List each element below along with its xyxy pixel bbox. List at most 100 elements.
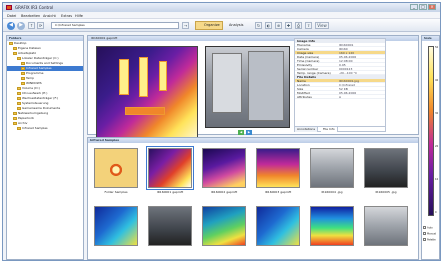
menu-tools[interactable]: Extras	[61, 14, 72, 18]
folder-icon	[17, 106, 21, 110]
checkbox-icon[interactable]	[423, 232, 426, 235]
menu-help[interactable]: Hilfe	[75, 14, 83, 18]
scale-tick: 20	[435, 145, 439, 148]
thumbnail-tile[interactable]	[364, 148, 408, 188]
menu-bar: Datei Bearbeiten Ansicht Extras Hilfe	[3, 12, 440, 19]
folder-label: Volume (D:)	[22, 86, 40, 90]
info-tabs: Annotations File Info	[295, 126, 385, 132]
up-folder-icon[interactable]: ↑	[28, 22, 35, 29]
folder-label: Eigene Dateien	[18, 46, 41, 50]
folder-label: Temp	[26, 76, 34, 80]
scale-option[interactable]: Manual	[423, 232, 436, 236]
folder-icon	[13, 111, 17, 115]
folder-label: CD-Laufwerk (E:)	[22, 91, 48, 95]
zoom-icon[interactable]: ⊕	[275, 22, 282, 29]
image-info-rows: Filename IR160001 Camera IR160 Image size 160…	[295, 43, 385, 75]
folder-icon	[13, 46, 17, 50]
hotspot-3	[159, 61, 167, 91]
thumbnail-label: IR160005 .jpg	[375, 190, 397, 194]
thumbnail-tile[interactable]	[364, 206, 408, 246]
folder-icon	[17, 91, 21, 95]
folder-label: Infrared Samples	[26, 66, 52, 70]
palette-icon[interactable]: ◐	[265, 22, 272, 29]
rotate-icon[interactable]: ↻	[255, 22, 262, 29]
thumbnail-tile[interactable]	[94, 148, 138, 188]
thumbnail-label: IR160003 geprüft	[264, 190, 292, 194]
view-label: View	[317, 23, 327, 28]
minimize-button[interactable]: _	[410, 4, 418, 10]
folder-label: Documents and Settings	[26, 61, 63, 65]
checkbox-icon[interactable]	[423, 226, 426, 229]
tab-annotations[interactable]: Annotations	[295, 127, 319, 132]
organize-label: Organize	[204, 23, 220, 27]
folder-icon	[9, 41, 13, 45]
info-value[interactable]: -20...100 °C	[339, 71, 385, 75]
visual-photo-large[interactable]	[205, 46, 290, 128]
folder-icon	[17, 126, 21, 130]
refresh-icon[interactable]: ⟳	[37, 22, 44, 29]
tab-file-info[interactable]: File Info	[321, 127, 338, 132]
export-icon[interactable]: ⇪	[305, 22, 312, 29]
maximize-button[interactable]: □	[419, 4, 427, 10]
menu-edit[interactable]: Bearbeiten	[21, 14, 40, 18]
scale-option[interactable]: Palette	[423, 238, 436, 242]
analysis-button[interactable]: Analysis	[229, 23, 243, 27]
folder-label: Lokaler Datenträger (C:)	[22, 56, 59, 60]
next-image-button[interactable]: ▶	[246, 130, 252, 135]
thumbnail-tile[interactable]	[94, 206, 138, 246]
organize-button[interactable]: Organize	[195, 21, 223, 30]
folder-label: Netzwerkumgebung	[18, 111, 49, 115]
hotspot-1	[119, 59, 129, 95]
folder-icon	[13, 51, 17, 55]
close-button[interactable]: ×	[428, 4, 436, 10]
folder-tree-panel: Folders Desktop Eigene Dateien Arbeitsplat…	[6, 35, 84, 260]
scale-option[interactable]: Auto	[423, 226, 433, 230]
thumbnail-tile[interactable]	[256, 148, 300, 188]
thumbnail-tile[interactable]	[256, 206, 300, 246]
thumbnail-label: IR160002 geprüft	[210, 190, 238, 194]
folder-label: Infrared Samples	[22, 126, 48, 130]
print-icon[interactable]: ⎙	[295, 22, 302, 29]
scale-tick: 10	[435, 178, 439, 181]
info-row: Attributes A	[295, 95, 385, 99]
thumbnail-tile[interactable]	[310, 206, 354, 246]
scale-option-label: Palette	[427, 238, 436, 242]
view-button[interactable]: View	[315, 22, 329, 29]
forward-button[interactable]: ▶	[17, 22, 25, 30]
folder-tree-item[interactable]: Infrared Samples	[7, 126, 83, 131]
folder-icon	[13, 116, 17, 120]
info-row: Temp. range (Camera) -20...100 °C	[295, 71, 385, 75]
menu-view[interactable]: Ansicht	[43, 14, 56, 18]
measure-icon[interactable]: ✚	[285, 22, 292, 29]
thumbnail-label: IR160004 .jpg	[321, 190, 343, 194]
go-icon[interactable]: →	[182, 22, 189, 29]
folder-label: Wechseldatenträger (F:)	[22, 96, 59, 100]
menu-file[interactable]: Datei	[7, 14, 16, 18]
thumbnail-tile[interactable]	[148, 206, 192, 246]
color-scale-bar[interactable]	[428, 46, 434, 216]
thumbnail-tile[interactable]	[146, 146, 194, 190]
info-value[interactable]: A	[339, 95, 385, 99]
scale-tick: 30	[435, 112, 439, 115]
thumbnail-tile[interactable]	[310, 148, 354, 188]
checkbox-icon[interactable]	[423, 238, 426, 241]
temperature-scale-panel: Scale 50 40 30 20 10 0 Auto Manual Palette	[421, 35, 440, 260]
prev-image-button[interactable]: ◀	[238, 130, 244, 135]
folder-label: Archiv	[18, 121, 28, 125]
info-key: Attributes	[297, 95, 312, 99]
back-button[interactable]: ◀	[7, 22, 15, 30]
address-bar[interactable]: C:\Infrared Samples	[51, 22, 179, 29]
folder-icon	[17, 56, 21, 60]
window-title: GRAFIX IR3 Control	[15, 5, 54, 10]
thumbnail-tile[interactable]	[202, 206, 246, 246]
scale-tick: 50	[435, 46, 439, 49]
folder-icon	[17, 96, 21, 100]
toolbar: ◀ ▶ ↑ ⟳ C:\Infrared Samples → Organize A…	[3, 19, 440, 32]
thumbnail-tile[interactable]	[202, 148, 246, 188]
file-details-rows: Name IR160001.jpg Location C:\Infrared Size 5…	[295, 79, 385, 99]
folder-label: Arbeitsplatz	[18, 51, 36, 55]
thermal-image-large[interactable]	[96, 46, 198, 138]
folder-icon	[21, 76, 25, 80]
folder-label: Programme	[26, 71, 44, 75]
folder-icon	[17, 101, 21, 105]
